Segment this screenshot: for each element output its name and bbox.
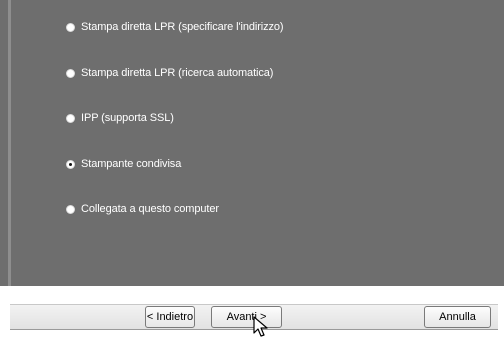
connection-options: Stampa diretta LPR (specificare l'indiri… <box>0 0 504 286</box>
option-local-computer[interactable]: Collegata a questo computer <box>66 199 219 219</box>
cancel-button[interactable]: Annulla <box>424 306 491 328</box>
radio-button[interactable] <box>66 68 75 78</box>
option-shared-printer[interactable]: Stampante condivisa <box>66 154 181 174</box>
radio-button[interactable] <box>66 22 75 32</box>
radio-button[interactable] <box>66 204 75 214</box>
option-label: Stampa diretta LPR (specificare l'indiri… <box>81 21 284 33</box>
option-label: Stampa diretta LPR (ricerca automatica) <box>81 67 274 79</box>
option-lpr-auto[interactable]: Stampa diretta LPR (ricerca automatica) <box>66 63 273 83</box>
next-button[interactable]: Avanti > <box>211 306 282 328</box>
option-label: Stampante condivisa <box>81 158 182 170</box>
radio-button[interactable] <box>66 113 75 123</box>
back-button[interactable]: < Indietro <box>145 306 195 328</box>
option-lpr-address[interactable]: Stampa diretta LPR (specificare l'indiri… <box>66 17 284 37</box>
back-button-label: < Indietro <box>146 311 194 323</box>
option-label: Collegata a questo computer <box>81 203 219 215</box>
cancel-button-label: Annulla <box>439 311 476 323</box>
option-label: IPP (supporta SSL) <box>81 112 174 124</box>
option-ipp-ssl[interactable]: IPP (supporta SSL) <box>66 108 174 128</box>
mouse-pointer-icon <box>253 316 268 337</box>
radio-button-selected[interactable] <box>66 159 75 169</box>
